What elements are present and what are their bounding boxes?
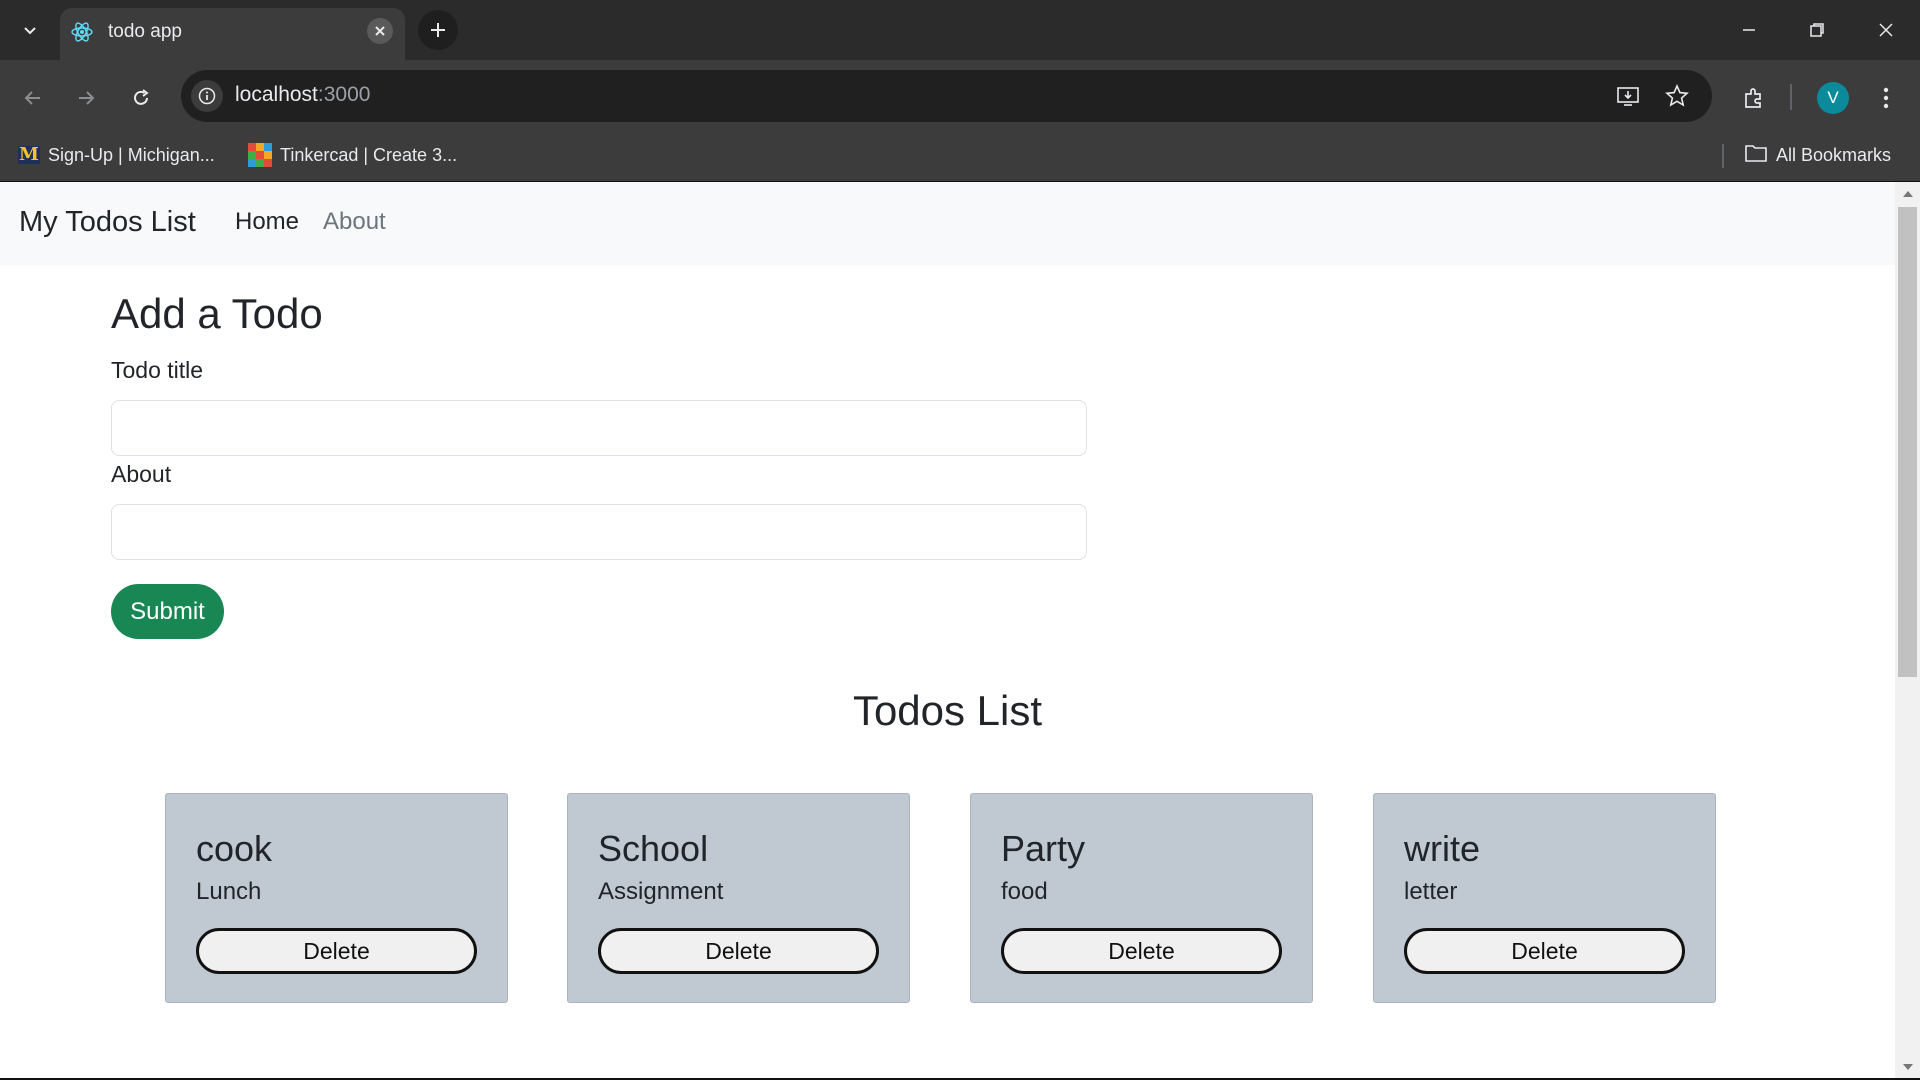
bookmarks-separator [1722,144,1724,168]
forward-icon[interactable] [66,78,106,118]
todo-title-input[interactable] [111,400,1087,456]
close-window-icon[interactable] [1866,12,1906,48]
bookmarks-bar: M Sign-Up | Michigan... Tinkercad | Crea… [0,130,1920,182]
tinkercad-logo-icon [248,143,272,167]
minimize-icon[interactable] [1729,12,1769,48]
todos-list-heading: Todos List [852,687,1043,734]
todo-card: write letter Delete [1373,793,1716,1003]
profile-avatar[interactable]: V [1817,82,1849,114]
todo-title-label: Todo title [111,357,204,383]
delete-button[interactable]: Delete [1001,928,1282,974]
bookmark-michigan[interactable]: M Sign-Up | Michigan... [18,140,215,170]
tab-title: todo app [108,21,182,42]
bookmark-label: Sign-Up | Michigan... [48,144,215,165]
more-menu-icon[interactable] [1866,78,1906,118]
back-icon[interactable] [13,78,53,118]
browser-tab[interactable]: todo app [60,8,405,60]
restore-icon[interactable] [1797,12,1837,48]
todo-title: cook [196,828,273,869]
url-text: localhost:3000 [235,83,370,107]
delete-button[interactable]: Delete [196,928,477,974]
address-bar[interactable]: localhost:3000 [181,70,1712,122]
toolbar-separator [1790,84,1792,110]
url-port: :3000 [317,83,371,106]
bookmark-star-icon[interactable] [1661,80,1693,112]
todo-description: letter [1404,878,1458,905]
add-todo-heading: Add a Todo [111,290,323,337]
todo-title: write [1404,828,1481,869]
reload-icon[interactable] [121,78,161,118]
about-label: About [111,461,172,487]
page-viewport: My Todos List Home About Add a Todo Todo… [0,182,1895,1079]
new-tab-button[interactable] [418,10,458,50]
michigan-logo-icon: M [18,144,40,165]
scroll-down-arrow-icon[interactable] [1895,1057,1920,1077]
all-bookmarks-button[interactable]: All Bookmarks [1744,140,1891,170]
tab-close-icon[interactable] [367,18,393,44]
install-app-icon[interactable] [1612,80,1644,112]
delete-button[interactable]: Delete [598,928,879,974]
todo-title: Party [1001,828,1086,869]
tab-strip: todo app [0,0,1920,60]
url-host: localhost [235,83,318,106]
site-navbar: My Todos List Home About [0,182,1895,265]
todo-description: Lunch [196,878,262,905]
submit-button[interactable]: Submit [111,584,224,639]
navbar-brand[interactable]: My Todos List [19,206,196,239]
bookmark-tinkercad[interactable]: Tinkercad | Create 3... [248,140,457,170]
todo-card: School Assignment Delete [567,793,910,1003]
todo-description: food [1001,878,1048,905]
scroll-up-arrow-icon[interactable] [1895,184,1920,204]
delete-button[interactable]: Delete [1404,928,1685,974]
all-bookmarks-label: All Bookmarks [1776,144,1892,165]
react-icon [70,20,94,44]
scrollbar-thumb[interactable] [1898,207,1917,677]
folder-icon [1744,143,1768,168]
nav-link-about[interactable]: About [323,208,386,236]
todo-card: cook Lunch Delete [165,793,508,1003]
todo-card: Party food Delete [970,793,1313,1003]
extensions-icon[interactable] [1734,78,1774,118]
todo-description: Assignment [598,878,724,905]
site-info-icon[interactable] [191,80,223,112]
bookmark-label: Tinkercad | Create 3... [280,144,458,165]
about-input[interactable] [111,504,1087,560]
tab-search-chevron-icon[interactable] [14,14,46,46]
todo-title: School [598,828,709,869]
nav-link-home[interactable]: Home [235,208,299,236]
page-scrollbar[interactable] [1895,182,1920,1079]
